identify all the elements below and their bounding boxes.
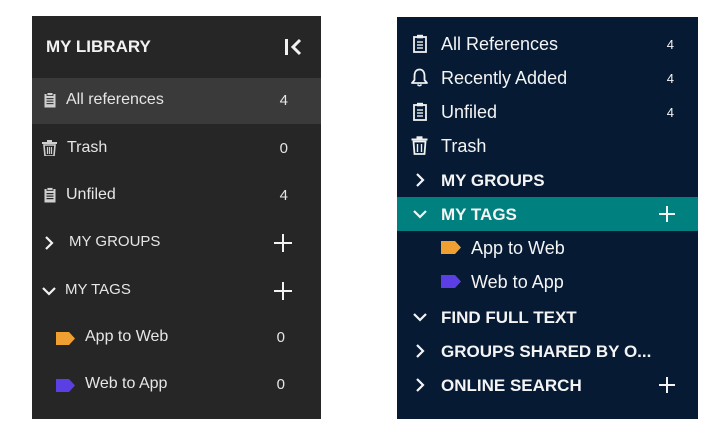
tag-app-to-web[interactable]: App to Web 0 (32, 315, 321, 361)
chevron-right-icon (44, 236, 54, 250)
library-title: MY LIBRARY (46, 37, 151, 56)
tag-icon (441, 241, 461, 254)
tag-web-to-app[interactable]: Web to App (397, 265, 698, 299)
sidebar-item-unfiled[interactable]: Unfiled 4 (397, 95, 698, 129)
section-label: FIND FULL TEXT (441, 308, 577, 327)
tag-icon (56, 332, 75, 345)
section-find-full-text[interactable]: FIND FULL TEXT (397, 300, 698, 334)
sidebar-item-unfiled[interactable]: Unfiled 4 (32, 173, 321, 219)
sidebar-item-label: All References (441, 34, 559, 54)
sidebar-item-label: Recently Added (441, 68, 568, 88)
tag-icon (56, 379, 75, 392)
add-group-icon[interactable] (272, 232, 294, 254)
sidebar-item-label: Trash (441, 136, 487, 156)
section-label: MY GROUPS (441, 171, 545, 190)
section-label: GROUPS SHARED BY O... (441, 342, 652, 361)
clipboard-icon (413, 102, 427, 121)
section-groups-shared[interactable]: GROUPS SHARED BY O... (397, 334, 698, 368)
collapse-sidebar-icon[interactable] (283, 37, 305, 57)
tag-label: App to Web (85, 328, 169, 345)
chevron-right-icon (415, 173, 425, 187)
sidebar-item-all-references[interactable]: All References 4 (397, 27, 698, 61)
section-my-tags[interactable]: MY TAGS (397, 197, 698, 231)
clipboard-icon (44, 92, 56, 108)
sidebar-item-label: Unfiled (66, 186, 116, 203)
chevron-down-icon (42, 286, 56, 296)
item-count: 4 (666, 71, 674, 86)
section-my-tags[interactable]: MY TAGS (32, 268, 321, 314)
tag-count: 0 (276, 376, 285, 393)
sidebar-item-label: Unfiled (441, 102, 498, 122)
section-label: ONLINE SEARCH (441, 376, 582, 395)
sidebar-item-label: All references (66, 91, 164, 108)
item-count: 4 (279, 92, 288, 109)
clipboard-icon (44, 187, 56, 203)
library-header: MY LIBRARY (32, 16, 321, 78)
chevron-down-icon (413, 209, 427, 219)
item-count: 4 (666, 105, 674, 120)
tag-app-to-web[interactable]: App to Web (397, 231, 698, 265)
section-my-groups[interactable]: MY GROUPS (32, 220, 321, 266)
section-label: MY GROUPS (69, 233, 161, 250)
chevron-right-icon (415, 344, 425, 358)
item-count: 4 (279, 187, 288, 204)
section-label: MY TAGS (65, 281, 131, 298)
item-count: 0 (279, 140, 288, 157)
add-tag-icon[interactable] (658, 205, 676, 223)
clipboard-icon (413, 34, 427, 53)
tag-label: Web to App (85, 375, 168, 392)
library-sidebar-panel: All References 4 Recently Added 4 Unfile… (397, 17, 698, 419)
sidebar-item-all-references[interactable]: All references 4 (32, 78, 321, 124)
tag-icon (441, 275, 461, 288)
item-count: 4 (666, 37, 674, 52)
sidebar-item-label: Trash (67, 139, 108, 156)
trash-icon (411, 136, 428, 155)
bell-icon (411, 68, 428, 87)
add-search-icon[interactable] (658, 376, 676, 394)
section-label: MY TAGS (441, 205, 517, 224)
add-tag-icon[interactable] (272, 280, 294, 302)
tag-web-to-app[interactable]: Web to App 0 (32, 362, 321, 408)
my-library-panel: MY LIBRARY All references 4 Trash 0 Unfi… (32, 16, 321, 419)
chevron-right-icon (415, 378, 425, 392)
trash-icon (42, 140, 57, 156)
tag-label: App to Web (471, 238, 565, 258)
tag-label: Web to App (471, 272, 564, 292)
tag-count: 0 (276, 329, 285, 346)
section-my-groups[interactable]: MY GROUPS (397, 163, 698, 197)
section-online-search[interactable]: ONLINE SEARCH (397, 368, 698, 402)
chevron-down-icon (413, 312, 427, 322)
sidebar-item-trash[interactable]: Trash 0 (32, 126, 321, 172)
sidebar-item-trash[interactable]: Trash (397, 129, 698, 163)
sidebar-item-recently-added[interactable]: Recently Added 4 (397, 61, 698, 95)
